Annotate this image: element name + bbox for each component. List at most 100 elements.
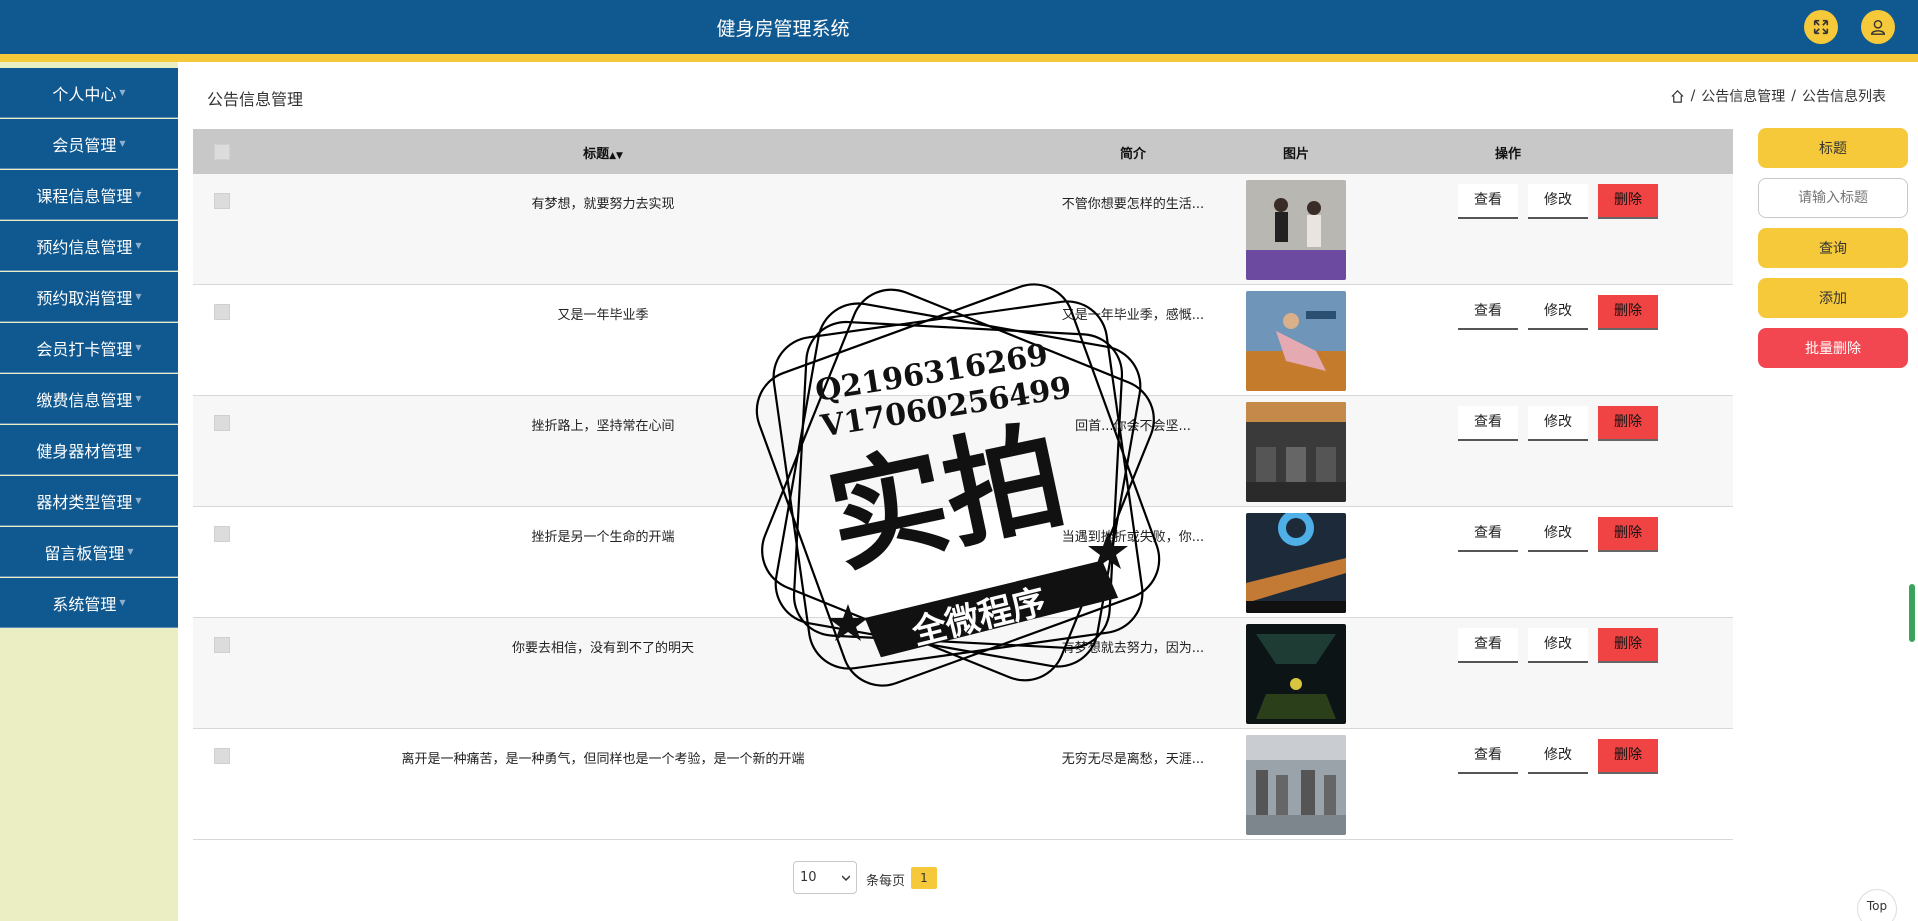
view-button[interactable]: 查看	[1458, 184, 1518, 219]
row-thumbnail[interactable]	[1246, 402, 1346, 502]
top-bar: 健身房管理系统	[0, 0, 1918, 54]
row-thumbnail[interactable]	[1246, 513, 1346, 613]
column-image-header: 图片	[1282, 147, 1309, 162]
row-thumbnail[interactable]	[1246, 624, 1346, 724]
home-icon[interactable]	[1670, 89, 1685, 104]
row-summary: 不管你想要怎样的生活...	[1061, 197, 1205, 212]
delete-button[interactable]: 删除	[1598, 628, 1658, 663]
breadcrumb-separator: /	[1690, 88, 1696, 104]
add-button[interactable]: 添加	[1758, 278, 1908, 318]
sidebar-item[interactable]: 系统管理 ▼	[0, 578, 178, 628]
table-row: 你要去相信，没有到不了的明天 有梦想就去努力，因为... 查看 修改 删除	[193, 618, 1733, 729]
yoga-image	[1246, 180, 1346, 280]
row-checkbox[interactable]	[214, 526, 230, 542]
breadcrumb-separator: /	[1791, 88, 1796, 104]
page-size-value: 10	[800, 870, 817, 885]
caret-down-icon: ▼	[127, 547, 134, 556]
sidebar-item[interactable]: 健身器材管理 ▼	[0, 425, 178, 475]
row-title: 挫折路上，坚持常在心间	[531, 419, 675, 434]
row-thumbnail[interactable]	[1246, 291, 1346, 391]
delete-button[interactable]: 删除	[1598, 406, 1658, 441]
sidebar-item-label: 会员管理	[52, 135, 117, 155]
table-row: 有梦想，就要努力去实现 不管你想要怎样的生活... 查看 修改 删除	[193, 174, 1733, 285]
row-title: 离开是一种痛苦，是一种勇气，但同样也是一个考验，是一个新的开端	[401, 752, 805, 767]
search-title-input[interactable]	[1758, 178, 1908, 218]
view-button[interactable]: 查看	[1458, 295, 1518, 330]
caret-down-icon: ▼	[119, 88, 126, 97]
fullscreen-button[interactable]	[1804, 10, 1838, 44]
fullscreen-icon	[1813, 19, 1829, 35]
user-menu-button[interactable]	[1861, 10, 1895, 44]
delete-button[interactable]: 删除	[1598, 517, 1658, 552]
title-filter-button[interactable]: 标题	[1758, 128, 1908, 168]
edit-button[interactable]: 修改	[1528, 739, 1588, 774]
table-header: 标题▲▼ 简介 图片 操作	[193, 129, 1733, 174]
view-button[interactable]: 查看	[1458, 517, 1518, 552]
row-summary: 无穷无尽是离愁，天涯...	[1061, 752, 1205, 767]
select-all-checkbox[interactable]	[214, 144, 230, 160]
sidebar-item[interactable]: 留言板管理 ▼	[0, 527, 178, 577]
scrollbar-thumb[interactable]	[1909, 584, 1915, 642]
edit-button[interactable]: 修改	[1528, 517, 1588, 552]
row-thumbnail[interactable]	[1246, 180, 1346, 280]
sidebar-item-label: 健身器材管理	[36, 441, 133, 461]
delete-button[interactable]: 删除	[1598, 295, 1658, 330]
caret-down-icon: ▼	[135, 394, 142, 403]
page-size-select[interactable]: 10	[793, 861, 857, 894]
row-title: 你要去相信，没有到不了的明天	[511, 641, 694, 656]
row-checkbox[interactable]	[214, 748, 230, 764]
sidebar-item[interactable]: 个人中心 ▼	[0, 68, 178, 118]
sidebar-item[interactable]: 课程信息管理 ▼	[0, 170, 178, 220]
breadcrumb-item[interactable]: 公告信息管理	[1701, 86, 1785, 106]
table-row: 离开是一种痛苦，是一种勇气，但同样也是一个考验，是一个新的开端 无穷无尽是离愁，天…	[193, 729, 1733, 840]
edit-button[interactable]: 修改	[1528, 295, 1588, 330]
view-button[interactable]: 查看	[1458, 739, 1518, 774]
sidebar-item[interactable]: 缴费信息管理 ▼	[0, 374, 178, 424]
caret-down-icon: ▼	[119, 139, 126, 148]
caret-down-icon: ▼	[119, 598, 126, 607]
caret-down-icon: ▼	[135, 496, 142, 505]
table-row: 挫折是另一个生命的开端 当遇到挫折或失败，你... 查看 修改 删除	[193, 507, 1733, 618]
column-title-header[interactable]: 标题▲▼	[383, 143, 823, 162]
page-title: 公告信息管理	[207, 90, 304, 109]
sidebar-item-label: 留言板管理	[44, 543, 125, 563]
table-row: 又是一年毕业季 又是一年毕业季，感慨... 查看 修改 删除	[193, 285, 1733, 396]
sort-icon[interactable]: ▲▼	[609, 151, 623, 161]
sidebar-item-label: 会员打卡管理	[36, 339, 133, 359]
row-checkbox[interactable]	[214, 415, 230, 431]
row-title: 挫折是另一个生命的开端	[531, 530, 675, 545]
sidebar-item[interactable]: 器材类型管理 ▼	[0, 476, 178, 526]
chevron-down-icon	[842, 875, 850, 882]
row-checkbox[interactable]	[214, 304, 230, 320]
delete-button[interactable]: 删除	[1598, 184, 1658, 219]
gym-room-image	[1246, 402, 1346, 502]
sidebar-item[interactable]: 预约信息管理 ▼	[0, 221, 178, 271]
view-button[interactable]: 查看	[1458, 628, 1518, 663]
edit-button[interactable]: 修改	[1528, 406, 1588, 441]
edit-button[interactable]: 修改	[1528, 628, 1588, 663]
app-title: 健身房管理系统	[716, 18, 850, 40]
row-title: 有梦想，就要努力去实现	[531, 197, 675, 212]
back-to-top-button[interactable]: Top	[1857, 889, 1897, 921]
sidebar-item[interactable]: 会员打卡管理 ▼	[0, 323, 178, 373]
query-button[interactable]: 查询	[1758, 228, 1908, 268]
row-summary: 有梦想就去努力，因为...	[1061, 641, 1205, 656]
row-checkbox[interactable]	[214, 193, 230, 209]
delete-button[interactable]: 删除	[1598, 739, 1658, 774]
treadmill-row-image	[1246, 513, 1346, 613]
row-summary: 回首...你会不会坚...	[1075, 419, 1191, 434]
sidebar-item[interactable]: 会员管理 ▼	[0, 119, 178, 169]
row-checkbox[interactable]	[214, 637, 230, 653]
column-title-label: 标题	[583, 147, 610, 162]
page-button-current[interactable]: 1	[911, 867, 937, 889]
sidebar-item[interactable]: 预约取消管理 ▼	[0, 272, 178, 322]
batch-delete-button[interactable]: 批量删除	[1758, 328, 1908, 368]
sidebar-item-label: 器材类型管理	[36, 492, 133, 512]
row-thumbnail[interactable]	[1246, 735, 1346, 835]
column-actions-header: 操作	[1494, 147, 1521, 162]
caret-down-icon: ▼	[135, 445, 142, 454]
view-button[interactable]: 查看	[1458, 406, 1518, 441]
sidebar-item-label: 预约取消管理	[36, 288, 133, 308]
row-summary: 当遇到挫折或失败，你...	[1061, 530, 1205, 545]
edit-button[interactable]: 修改	[1528, 184, 1588, 219]
